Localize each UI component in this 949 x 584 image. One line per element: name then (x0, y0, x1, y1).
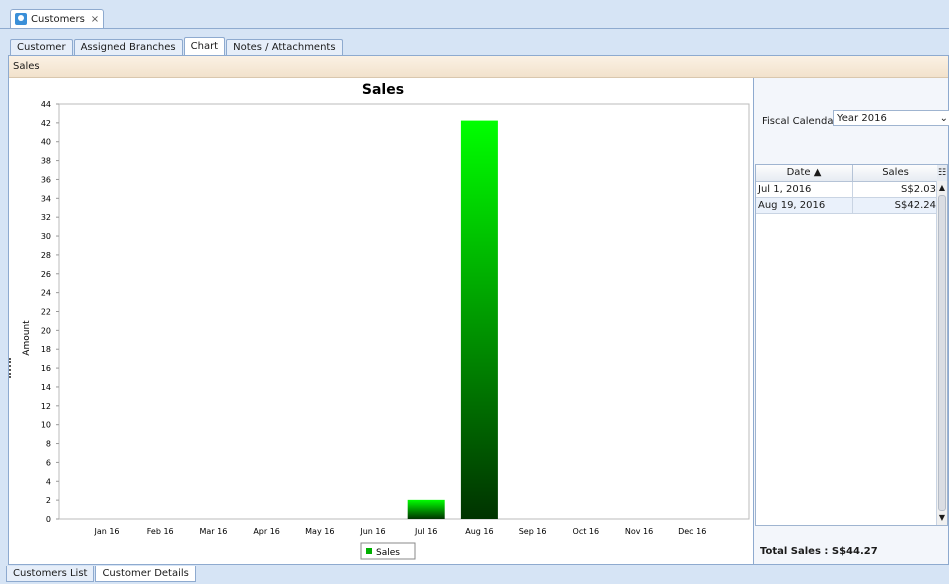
close-tab-icon[interactable]: × (91, 14, 99, 25)
x-tick-label: Aug 16 (465, 527, 493, 536)
row-sales: S$2.03 (853, 182, 939, 197)
sales-chart: Sales Amount Jan 16 Feb 16 Mar 16 Apr 16 May… (22, 82, 750, 560)
total-sales: Total Sales : S$44.27 (760, 546, 878, 557)
row-date: Aug 19, 2016 (756, 198, 853, 213)
customers-icon (15, 13, 27, 25)
y-tick-label: 2 (46, 496, 51, 505)
y-tick-label: 8 (46, 440, 51, 449)
sales-column-header[interactable]: Sales (853, 165, 939, 181)
grid-header: Date ▲ Sales (756, 165, 947, 182)
y-tick-label: 4 (46, 477, 51, 486)
y-tick-label: 0 (46, 515, 51, 524)
table-row[interactable]: Aug 19, 2016 S$42.24 (756, 198, 947, 214)
y-tick-label: 30 (41, 232, 51, 241)
table-row[interactable]: Jul 1, 2016 S$2.03 (756, 182, 947, 198)
plot-frame (58, 103, 750, 520)
y-tick-label: 22 (41, 308, 51, 317)
y-tick-label: 20 (41, 326, 51, 335)
bar-aug-16 (460, 120, 498, 519)
tab-customer[interactable]: Customer (10, 39, 73, 55)
tab-customer-details[interactable]: Customer Details (95, 566, 196, 582)
chart-title: Sales (362, 82, 404, 98)
y-tick-label: 36 (41, 175, 51, 184)
y-tick-label: 34 (41, 194, 51, 203)
y-tick-label: 28 (41, 251, 51, 260)
row-date: Jul 1, 2016 (756, 182, 853, 197)
y-axis-label: Amount (22, 320, 32, 356)
x-tick-label: May 16 (305, 527, 334, 536)
side-panel: Fiscal Calendar: Year 2016 ⌄ Date ▲ Sale… (754, 78, 949, 564)
y-tick-label: 40 (41, 138, 51, 147)
sales-grid: Date ▲ Sales ☷ Jul 1, 2016 S$2.03 Aug 19… (755, 164, 948, 526)
section-header: Sales (9, 56, 948, 78)
customers-document-tab[interactable]: Customers × (10, 9, 104, 28)
x-tick-label: Jul 16 (414, 527, 437, 536)
legend-label-sales: Sales (376, 548, 400, 558)
column-chooser-icon[interactable]: ☷ (937, 165, 947, 181)
date-column-header[interactable]: Date ▲ (756, 165, 853, 181)
x-tick-label: Oct 16 (573, 527, 600, 536)
y-tick-label: 6 (46, 458, 51, 467)
vertical-scrollbar[interactable]: ▲ ▼ (936, 181, 947, 525)
bottom-tabs: Customers List Customer Details (6, 566, 197, 582)
row-sales: S$42.24 (853, 198, 939, 213)
legend-swatch-sales (366, 548, 372, 554)
chart-bars (407, 120, 498, 519)
y-tick-label: 44 (41, 100, 51, 109)
tab-notes-attachments[interactable]: Notes / Attachments (226, 39, 343, 55)
scroll-up-icon[interactable]: ▲ (937, 183, 947, 193)
chart-legend: Sales (360, 542, 416, 560)
y-tick-label: 24 (41, 289, 51, 298)
y-tick-label: 10 (41, 421, 51, 430)
fiscal-calendar-value: Year 2016 (837, 113, 887, 124)
y-tick-label: 38 (41, 157, 51, 166)
chart-panel: Sales Sales Amount Jan 16 Feb 16 Mar 16 Apr… (8, 55, 949, 565)
x-tick-label: Jan 16 (93, 527, 119, 536)
document-tab-label: Customers (31, 13, 85, 25)
fiscal-calendar-label: Fiscal Calendar: (762, 116, 841, 127)
y-tick-label: 26 (41, 270, 51, 279)
x-tick-label: Apr 16 (253, 527, 280, 536)
y-tick-label: 32 (41, 213, 51, 222)
y-tick-label: 14 (41, 383, 51, 392)
scroll-down-icon[interactable]: ▼ (937, 513, 947, 523)
y-tick-label: 42 (41, 119, 51, 128)
tab-divider (0, 28, 949, 29)
x-tick-label: Dec 16 (678, 527, 706, 536)
fiscal-calendar-select[interactable]: Year 2016 ⌄ (833, 110, 949, 126)
x-tick-label: Feb 16 (147, 527, 174, 536)
chart-axes (56, 103, 750, 520)
y-tick-labels: 0246810121416182022242628303234363840424… (41, 100, 51, 524)
x-tick-label: Nov 16 (625, 527, 653, 536)
scrollbar-thumb[interactable] (938, 195, 946, 511)
x-tick-label: Sep 16 (519, 527, 547, 536)
splitter-grip[interactable] (9, 358, 14, 378)
bar-jul-16 (407, 499, 445, 519)
y-tick-label: 12 (41, 402, 51, 411)
tab-chart[interactable]: Chart (183, 37, 226, 55)
tab-assigned-branches[interactable]: Assigned Branches (73, 39, 183, 55)
chart-area: Sales Amount Jan 16 Feb 16 Mar 16 Apr 16 May… (9, 78, 754, 564)
customer-sub-tabs: Customer Assigned Branches Chart Notes /… (10, 37, 344, 55)
chevron-down-icon[interactable]: ⌄ (940, 111, 948, 126)
y-tick-label: 18 (41, 345, 51, 354)
tab-customers-list[interactable]: Customers List (6, 566, 95, 582)
x-tick-label: Mar 16 (199, 527, 227, 536)
x-tick-labels: Jan 16 Feb 16 Mar 16 Apr 16 May 16 Jun 16 Jul … (93, 527, 706, 536)
x-tick-label: Jun 16 (359, 527, 385, 536)
y-tick-label: 16 (41, 364, 51, 373)
